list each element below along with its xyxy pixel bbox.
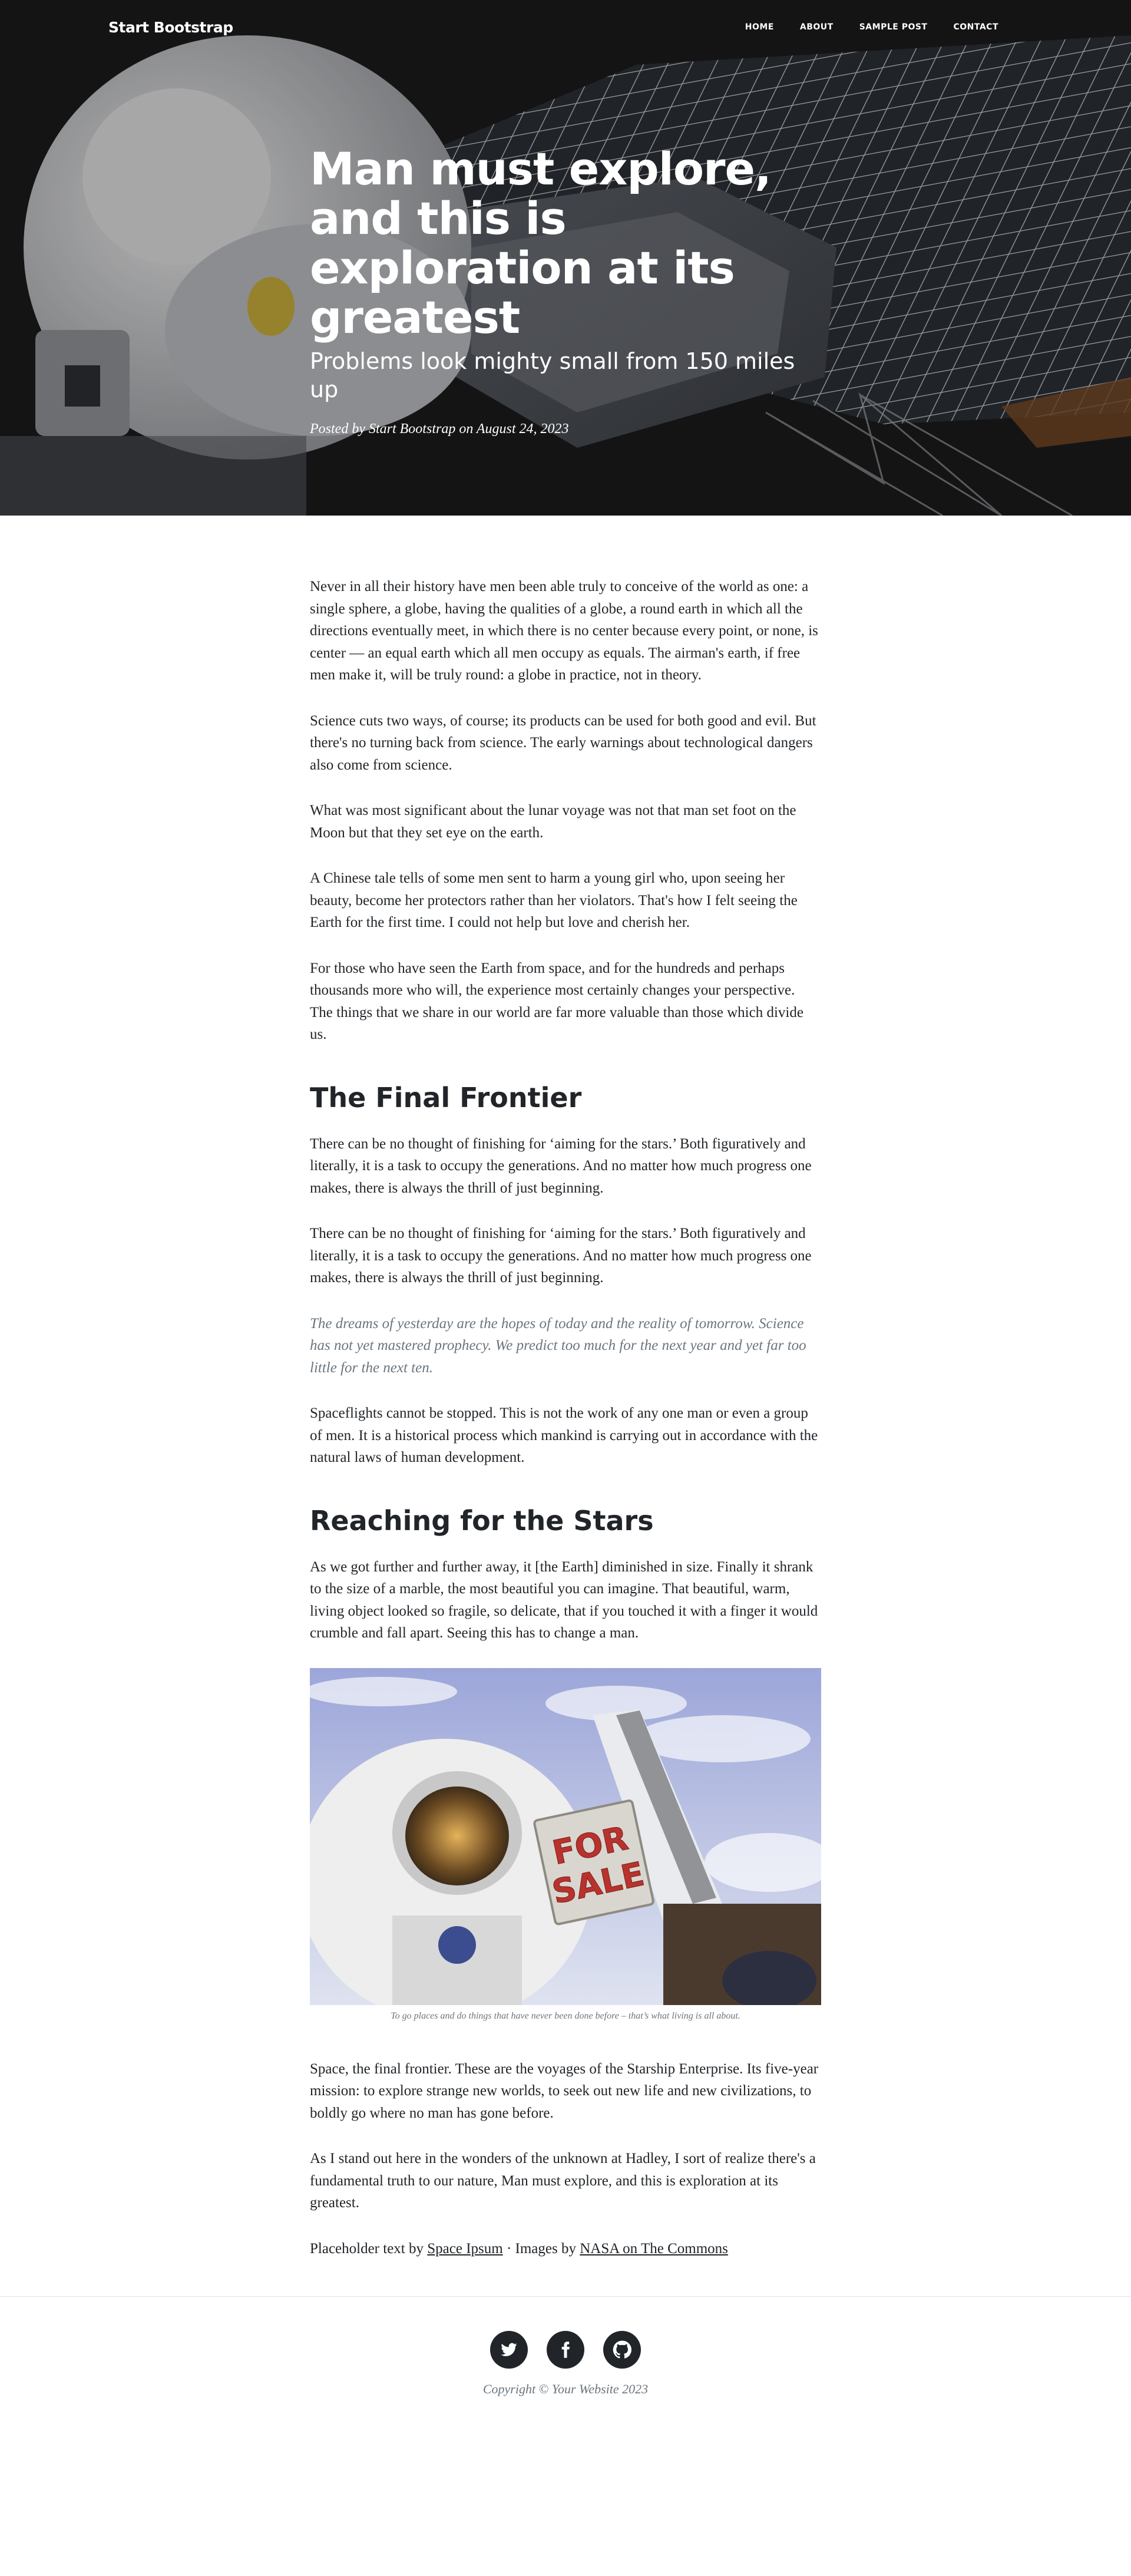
facebook-link[interactable] [547, 2331, 584, 2369]
post-subtitle: Problems look mighty small from 150 mile… [310, 348, 795, 402]
twitter-icon [501, 2343, 517, 2356]
paragraph: There can be no thought of finishing for… [310, 1226, 812, 1286]
post-image: FOR SALE [310, 1667, 821, 2005]
social-links [0, 2331, 1131, 2369]
twitter-link[interactable] [490, 2331, 528, 2369]
image-caption: To go places and do things that have nev… [391, 2010, 740, 2021]
credits-prefix: Placeholder text by [310, 2240, 428, 2257]
nasa-commons-link[interactable]: NASA on The Commons [580, 2241, 728, 2257]
section-heading-final-frontier: The Final Frontier [310, 1081, 582, 1114]
paragraph: Never in all their history have men been… [310, 579, 818, 683]
nav-home[interactable]: Home [745, 22, 774, 32]
post-meta: Posted by Start Bootstrap on August 24, … [310, 421, 569, 437]
paragraph: Space, the final frontier. These are the… [310, 2060, 819, 2121]
github-link[interactable] [603, 2331, 641, 2369]
nav-contact[interactable]: Contact [953, 22, 998, 32]
paragraph: A Chinese tale tells of some men sent to… [310, 870, 798, 930]
credits: Placeholder text by Space Ipsum · Images… [310, 2238, 821, 2260]
credits-middle: · Images by [502, 2240, 580, 2257]
paragraph: There can be no thought of finishing for… [310, 1135, 812, 1196]
paragraph: Spaceflights cannot be stopped. This is … [310, 1405, 818, 1465]
space-ipsum-link[interactable]: Space Ipsum [427, 2241, 502, 2257]
nav-sample-post[interactable]: Sample Post [859, 22, 928, 32]
github-icon [613, 2340, 631, 2359]
paragraph: As I stand out here in the wonders of th… [310, 2151, 816, 2211]
paragraph: As we got further and further away, it [… [310, 1558, 818, 1642]
facebook-icon [561, 2341, 570, 2358]
paragraph: What was most significant about the luna… [310, 802, 796, 841]
section-heading-reaching-stars: Reaching for the Stars [310, 1504, 654, 1537]
brand-link[interactable]: Start Bootstrap [108, 19, 233, 36]
post-header: Man must explore, and this is exploratio… [0, 0, 1131, 516]
blockquote: The dreams of yesterday are the hopes of… [310, 1315, 806, 1376]
post-title: Man must explore, and this is exploratio… [310, 143, 772, 344]
post-content: Never in all their history have men been… [310, 516, 821, 2260]
footer: Copyright © Your Website 2023 [0, 2296, 1131, 2427]
nav-about[interactable]: About [800, 22, 834, 32]
paragraph: For those who have seen the Earth from s… [310, 960, 803, 1043]
nav-links: Home About Sample Post Contact [719, 22, 998, 32]
navbar: Start Bootstrap Home About Sample Post C… [0, 0, 1131, 59]
copyright: Copyright © Your Website 2023 [482, 2382, 649, 2396]
paragraph: Science cuts two ways, of course; its pr… [310, 712, 816, 773]
hero-text: Man must explore, and this is exploratio… [310, 144, 828, 437]
